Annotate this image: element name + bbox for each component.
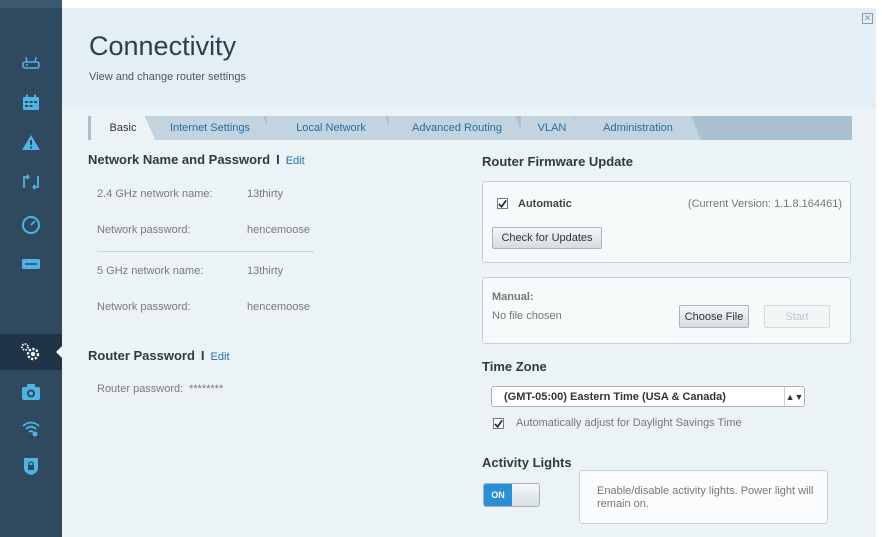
calendar-icon (23, 94, 39, 110)
sidebar-item-security[interactable] (0, 448, 62, 484)
timezone-select[interactable]: (GMT-05:00) Eastern Time (USA & Canada) … (491, 386, 805, 407)
tab-vlan-label: VLAN (537, 122, 567, 134)
router-password-label: Router password: (97, 383, 184, 395)
network-section-title: Network Name and Password I Edit (88, 152, 305, 167)
lock-icon (24, 458, 38, 475)
tab-local-network[interactable]: Local Network (267, 116, 395, 140)
automatic-checkbox[interactable] (497, 198, 508, 209)
sidebar-item-troubleshooting[interactable] (0, 124, 62, 160)
tab-administration-label: Administration (603, 122, 673, 134)
checkmark-icon (494, 419, 503, 428)
dst-label: Automatically adjust for Daylight Saving… (516, 417, 742, 429)
automatic-label: Automatic (518, 198, 572, 210)
current-version-text: (Current Version: 1.1.8.164461) (687, 198, 842, 210)
activity-lights-description: Enable/disable activity lights. Power li… (597, 485, 814, 510)
network-section-label: Network Name and Password (88, 152, 271, 167)
check-for-updates-button[interactable]: Check for Updates (492, 227, 602, 249)
page-title: Connectivity (89, 31, 237, 61)
sidebar-item-connect-devices[interactable] (0, 164, 62, 200)
activity-lights-section-title: Activity Lights (482, 455, 572, 470)
wifi-icon (22, 421, 40, 437)
sidebar-item-media-prioritization[interactable] (0, 374, 62, 410)
start-button[interactable]: Start (764, 305, 830, 328)
network-5-name-value: 13thirty (247, 265, 284, 277)
choose-file-button[interactable]: Choose File (679, 305, 749, 328)
activity-lights-toggle[interactable]: ON (483, 483, 540, 507)
firmware-automatic-panel: Automatic (Current Version: 1.1.8.164461… (482, 181, 851, 263)
timezone-selected-value: (GMT-05:00) Eastern Time (USA & Canada) (504, 390, 726, 403)
network-5-password-value: hencemoose (247, 301, 310, 313)
tab-basic-label: Basic (109, 122, 137, 134)
tab-local-network-label: Local Network (296, 122, 366, 134)
tab-internet-settings[interactable]: Internet Settings (147, 116, 273, 140)
camera-icon (22, 384, 40, 400)
page-header: Connectivity View and change router sett… (62, 8, 876, 108)
network-24-name-label: 2.4 GHz network name: (97, 188, 213, 200)
no-file-chosen-text: No file chosen (492, 310, 562, 322)
timezone-section-title: Time Zone (482, 359, 547, 374)
dst-checkbox[interactable] (493, 418, 504, 429)
router-password-value: ******** (189, 383, 224, 395)
tab-bar: Basic Internet Settings Local Network Advan… (88, 116, 852, 140)
sidebar-item-scheduler[interactable] (0, 84, 62, 120)
network-24-name-value: 13thirty (247, 188, 284, 200)
tab-basic[interactable]: Basic (91, 116, 155, 140)
warning-icon (22, 134, 40, 150)
main-panel: Connectivity View and change router sett… (62, 8, 876, 537)
network-24-password-value: hencemoose (247, 224, 310, 236)
checkmark-icon (498, 199, 507, 208)
router-password-section-label: Router Password (88, 348, 195, 363)
router-password-edit-link[interactable]: Edit (211, 351, 230, 363)
firmware-section-title: Router Firmware Update (482, 154, 633, 169)
firmware-manual-panel: Manual: No file chosen Choose File Start (482, 277, 851, 344)
router-icon (22, 56, 40, 69)
tab-advanced-routing[interactable]: Advanced Routing (389, 116, 525, 140)
network-edit-link[interactable]: Edit (286, 155, 305, 167)
network-divider (97, 251, 314, 252)
connect-icon (23, 174, 39, 190)
manual-label: Manual: (492, 291, 534, 303)
tab-internet-settings-label: Internet Settings (169, 122, 251, 134)
sidebar-item-speed-test[interactable] (0, 207, 62, 243)
sidebar-item-connectivity[interactable] (0, 334, 62, 370)
router-password-section-title: Router Password I Edit (88, 348, 230, 363)
tab-administration[interactable]: Administration (575, 116, 701, 140)
sidebar-item-network-map[interactable] (0, 45, 62, 81)
close-button[interactable]: ✕ (862, 13, 873, 24)
external-storage-icon (22, 259, 40, 269)
network-24-password-label: Network password: (97, 224, 191, 236)
network-5-name-label: 5 GHz network name: (97, 265, 204, 277)
speedometer-icon (22, 216, 40, 234)
tab-vlan[interactable]: VLAN (521, 116, 583, 140)
page-subtitle: View and change router settings (89, 71, 246, 83)
sidebar-item-wireless[interactable] (0, 410, 62, 446)
network-5-password-label: Network password: (97, 301, 191, 313)
gear-icon (21, 343, 40, 361)
activity-lights-info-box: Enable/disable activity lights. Power li… (579, 470, 828, 524)
toggle-knob (512, 484, 539, 506)
toggle-on-label: ON (484, 484, 512, 506)
sidebar-item-external-storage[interactable] (0, 246, 62, 282)
tab-advanced-routing-label: Advanced Routing (412, 122, 502, 134)
sidebar-top-strip (0, 0, 62, 8)
sidebar (0, 0, 62, 537)
select-arrows-icon: ▲▼ (784, 387, 804, 406)
